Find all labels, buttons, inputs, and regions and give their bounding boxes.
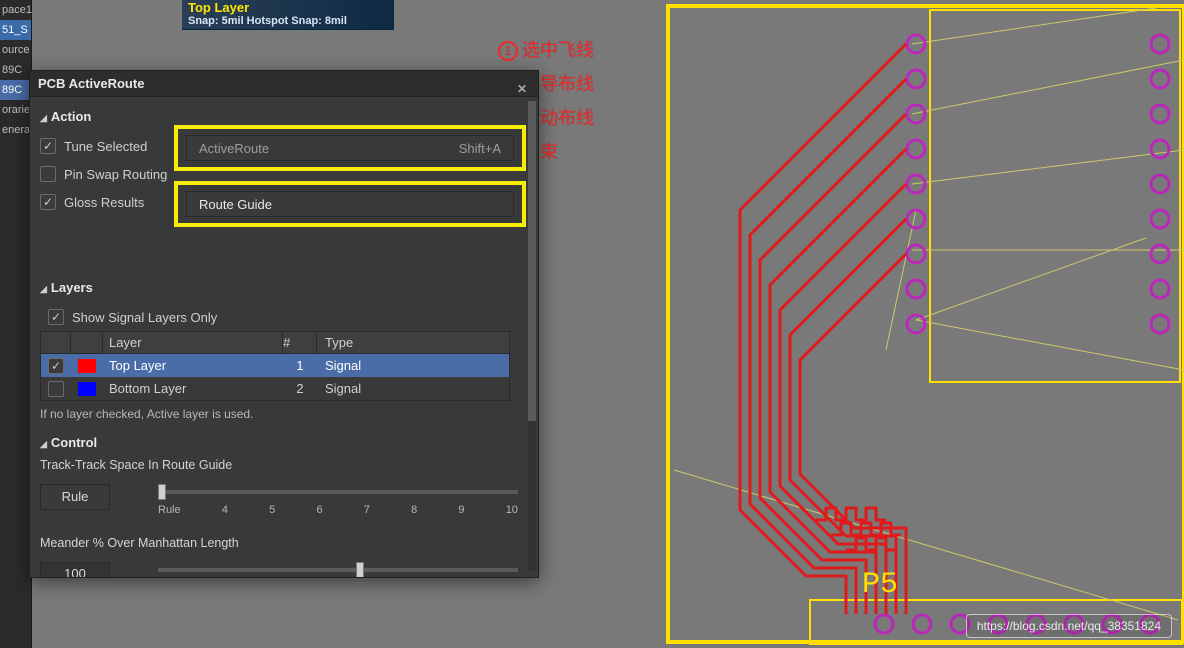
activeroute-command[interactable]: ActiveRoute Shift+A [186,135,514,161]
col-layer[interactable]: Layer [103,332,283,353]
left-panel-fragment: pace1 51_S ource 89C 89C orarie enera [0,0,32,648]
col-number[interactable]: # [283,332,317,353]
meander-label: Meander % Over Manhattan Length [40,536,528,550]
left-row: 89C [0,60,31,80]
watermark: https://blog.csdn.net/qq_38351824 [966,614,1172,638]
section-action-header[interactable]: Action [40,109,528,124]
board-inner-rect [930,10,1180,382]
layer-type: Signal [317,381,509,396]
section-control-header[interactable]: Control [40,435,528,450]
activeroute-shortcut: Shift+A [459,141,501,156]
section-layers-header[interactable]: Layers [40,280,528,295]
layer-name: Top Layer [103,358,283,373]
layers-table: Layer # Type Top Layer 1 Signal Bottom L… [40,331,510,401]
left-row: pace1 [0,0,31,20]
scrollbar-thumb[interactable] [528,101,536,421]
left-row: orarie [0,100,31,120]
panel-title-text: PCB ActiveRoute [38,71,144,97]
track-space-slider[interactable] [158,490,518,494]
slider-handle[interactable] [356,562,364,577]
panel-titlebar[interactable]: PCB ActiveRoute ✕ [30,71,538,97]
layer-status-chip[interactable]: Top Layer Snap: 5mil Hotspot Snap: 8mil [182,0,394,30]
gloss-results-checkbox[interactable] [40,194,56,210]
left-row-selected[interactable]: 89C [0,80,31,100]
activeroute-command-highlight: ActiveRoute Shift+A [174,125,526,171]
layer-number: 1 [283,358,317,373]
meander-slider[interactable] [158,568,518,572]
left-row: 51_S [0,20,31,40]
panel-scrollbar[interactable] [528,101,536,571]
layer-color-swatch[interactable] [78,359,96,373]
pin-swap-label: Pin Swap Routing [64,167,167,182]
layer-type: Signal [317,358,509,373]
pcb-activeroute-panel: PCB ActiveRoute ✕ Action Tune Selected P… [29,70,539,578]
table-row[interactable]: Bottom Layer 2 Signal [41,377,509,400]
show-signal-layers-checkbox[interactable] [48,309,64,325]
table-row[interactable]: Top Layer 1 Signal [41,354,509,377]
pcb-canvas[interactable]: P5 [546,0,1184,648]
routeguide-command-highlight: Route Guide [174,181,526,227]
left-row: ource [0,40,31,60]
track-space-ticks: Rule 4 5 6 7 8 9 10 [158,504,518,516]
layer-row-checkbox[interactable] [48,358,64,374]
activeroute-label: ActiveRoute [199,141,269,156]
routed-tracks [740,44,906,614]
col-type[interactable]: Type [317,332,509,353]
track-space-label: Track-Track Space In Route Guide [40,458,528,472]
slider-handle[interactable] [158,484,166,500]
routeguide-label: Route Guide [199,197,272,212]
layer-row-checkbox[interactable] [48,381,64,397]
layer-status-subtitle: Snap: 5mil Hotspot Snap: 8mil [188,15,388,28]
routeguide-command[interactable]: Route Guide [186,191,514,217]
layer-color-swatch[interactable] [78,382,96,396]
layer-number: 2 [283,381,317,396]
tune-selected-checkbox[interactable] [40,138,56,154]
layer-status-title: Top Layer [188,0,388,15]
designator-text: P5 [862,568,898,602]
layer-name: Bottom Layer [103,381,283,396]
show-signal-layers-label: Show Signal Layers Only [72,310,217,325]
left-row: enera [0,120,31,140]
layers-note: If no layer checked, Active layer is use… [40,407,528,421]
tune-selected-label: Tune Selected [64,139,147,154]
gloss-results-label: Gloss Results [64,195,144,210]
pin-swap-checkbox[interactable] [40,166,56,182]
meander-value-input[interactable]: 100 [40,562,110,577]
rule-button[interactable]: Rule [40,484,110,510]
close-icon[interactable]: ✕ [514,76,530,92]
layers-table-header: Layer # Type [41,332,509,354]
